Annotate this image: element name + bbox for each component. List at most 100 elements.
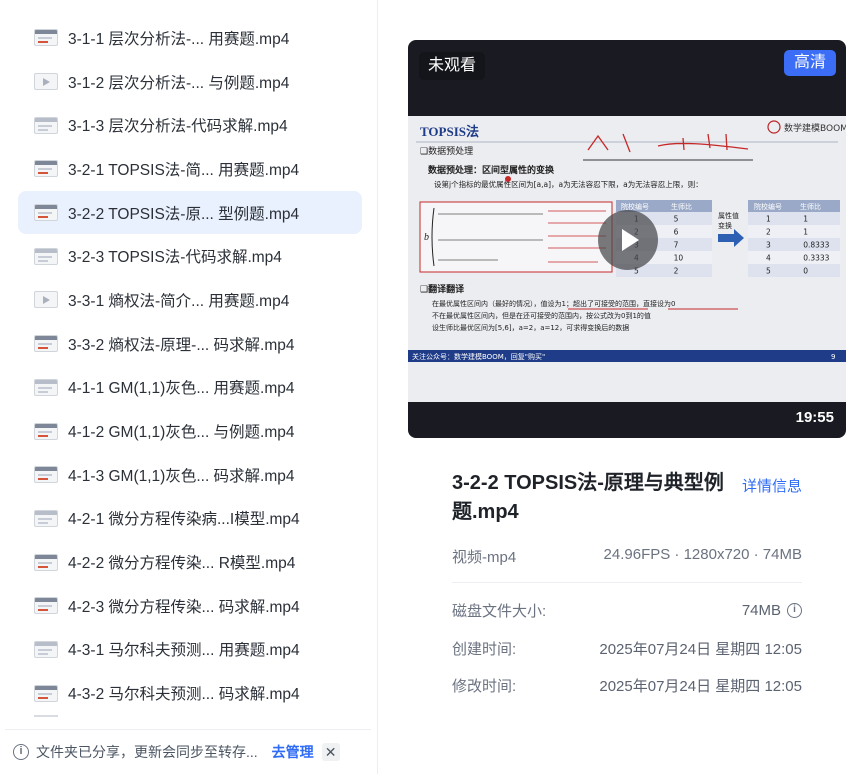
slide-table-cell: 0.8333 bbox=[803, 241, 829, 250]
video-thumbnail-icon bbox=[34, 466, 58, 484]
slide-table-cell: 3 bbox=[766, 241, 771, 250]
table1-header-2: 生师比 bbox=[671, 202, 692, 211]
video-thumbnail-icon bbox=[34, 597, 58, 615]
share-notice-bar: i 文件夹已分享，更新会同步至转存... 去管理 ✕ bbox=[5, 729, 371, 774]
slide-table-cell: 5 bbox=[674, 215, 679, 224]
file-name: 3-2-2 TOPSIS法-原... 型例题.mp4 bbox=[68, 205, 300, 223]
video-thumbnail-icon bbox=[34, 73, 58, 91]
svg-text:b: b bbox=[424, 232, 429, 243]
detail-info-link[interactable]: 详情信息 bbox=[742, 475, 802, 496]
file-name: 3-1-2 层次分析法-... 与例题.mp4 bbox=[68, 74, 290, 92]
file-list-item[interactable]: 4-2-3 微分方程传染... 码求解.mp4 bbox=[18, 584, 362, 628]
file-list-item[interactable]: 4-1-1 GM(1,1)灰色... 用赛题.mp4 bbox=[18, 366, 362, 410]
video-thumbnail-icon bbox=[34, 553, 58, 571]
video-duration: 19:55 bbox=[795, 409, 834, 426]
slide-table-cell: 1 bbox=[766, 215, 771, 224]
slide-note-2: 不在最优属性区间内，但是在还可接受的范围内，按公式改为0到1的值 bbox=[432, 311, 651, 320]
slide-table-cell: 2 bbox=[674, 267, 679, 276]
slide-desc1: 设第j个指标的最优属性区间为[a,a]，a为无法容忍下限，a为无法容忍上限，则： bbox=[434, 179, 703, 189]
video-thumbnail-icon bbox=[34, 422, 58, 440]
app-root: 3-1-1 层次分析法-... 用赛题.mp4 3-1-2 层次分析法-... 与… bbox=[0, 0, 867, 774]
slide-table-cell: 1 bbox=[803, 215, 808, 224]
video-thumbnail-icon bbox=[34, 160, 58, 178]
created-label: 创建时间: bbox=[452, 641, 517, 658]
file-name: 4-2-1 微分方程传染病...I模型.mp4 bbox=[68, 511, 300, 529]
slide-page-number: 9 bbox=[831, 353, 835, 361]
file-list-item[interactable]: 4-1-2 GM(1,1)灰色... 与例题.mp4 bbox=[18, 409, 362, 453]
file-name: 3-1-1 层次分析法-... 用赛题.mp4 bbox=[68, 30, 290, 48]
file-list-item[interactable]: 3-1-1 层次分析法-... 用赛题.mp4 bbox=[18, 16, 362, 60]
file-name: 3-3-1 熵权法-简介... 用赛题.mp4 bbox=[68, 292, 290, 310]
file-name: 4-1-3 GM(1,1)灰色... 码求解.mp4 bbox=[68, 467, 295, 485]
file-list-item[interactable]: 4-2-2 微分方程传染... R模型.mp4 bbox=[18, 540, 362, 584]
file-list-item[interactable]: 3-1-3 层次分析法-代码求解.mp4 bbox=[18, 103, 362, 147]
file-list-item[interactable]: 3-1-2 层次分析法-... 与例题.mp4 bbox=[18, 60, 362, 104]
divider bbox=[452, 582, 802, 583]
video-preview[interactable]: 未观看 高清 TOPSIS法 数学建模BOOM ❑数据预处理 数据预处理：区间型… bbox=[408, 40, 846, 438]
slide-table-cell: 5 bbox=[766, 267, 771, 276]
slide-note-1: 在最优属性区间内（最好的情况），值设为1；超出了可接受的范围，直接设为0 bbox=[432, 299, 675, 308]
file-list-item[interactable]: 3-2-1 TOPSIS法-简... 用赛题.mp4 bbox=[18, 147, 362, 191]
file-name: 4-3-2 马尔科夫预测... 码求解.mp4 bbox=[68, 686, 300, 704]
video-thumbnail-icon bbox=[34, 247, 58, 265]
file-type: 视频-mp4 bbox=[452, 549, 517, 566]
size-row: 磁盘文件大小: 74MB i bbox=[452, 600, 802, 621]
table2-header-2: 生师比 bbox=[800, 202, 821, 211]
slide-table-cell: 1 bbox=[803, 228, 808, 237]
slide-brand: 数学建模BOOM bbox=[784, 122, 846, 134]
close-icon[interactable]: ✕ bbox=[321, 743, 340, 761]
unwatched-badge: 未观看 bbox=[419, 52, 486, 80]
svg-text:变换: 变换 bbox=[718, 221, 732, 230]
file-name: 3-2-3 TOPSIS法-代码求解.mp4 bbox=[68, 249, 282, 267]
slide-section2: ❑翻译翻译 bbox=[420, 283, 465, 295]
slide-bullet1: 数据预处理：区间型属性的变换 bbox=[428, 164, 555, 176]
file-list-item[interactable]: 4-3-1 马尔科夫预测... 用赛题.mp4 bbox=[18, 628, 362, 672]
slide-table-cell: 10 bbox=[674, 254, 684, 263]
size-value-group: 74MB i bbox=[742, 600, 802, 621]
size-value: 74MB bbox=[741, 602, 781, 619]
file-list-panel[interactable]: 3-1-1 层次分析法-... 用赛题.mp4 3-1-2 层次分析法-... 与… bbox=[0, 0, 378, 774]
file-name: 4-1-1 GM(1,1)灰色... 用赛题.mp4 bbox=[68, 380, 295, 398]
file-name: 3-2-1 TOPSIS法-简... 用赛题.mp4 bbox=[68, 161, 300, 179]
svg-text:属性值: 属性值 bbox=[718, 211, 739, 220]
notice-text: 文件夹已分享，更新会同步至转存... bbox=[36, 744, 258, 760]
size-label: 磁盘文件大小: bbox=[452, 603, 547, 620]
slide-table-cell: 0.3333 bbox=[803, 254, 829, 263]
modified-value: 2025年07月24日 星期四 12:05 bbox=[599, 678, 802, 695]
info-icon: i bbox=[13, 744, 29, 760]
file-list-item[interactable]: 4-3-2 马尔科夫预测... 码求解.mp4 bbox=[18, 671, 362, 715]
table2-header-1: 院校编号 bbox=[754, 202, 782, 211]
modified-label: 修改时间: bbox=[452, 678, 517, 695]
file-meta: 视频-mp4 24.96FPS · 1280x720 · 74MB bbox=[452, 546, 802, 568]
video-thumbnail-icon bbox=[34, 29, 58, 47]
file-list-item[interactable]: 3-2-3 TOPSIS法-代码求解.mp4 bbox=[18, 234, 362, 278]
modified-row: 修改时间: 2025年07月24日 星期四 12:05 bbox=[452, 675, 802, 696]
file-list-item[interactable]: 4-2-1 微分方程传染病...I模型.mp4 bbox=[18, 497, 362, 541]
video-thumbnail-icon bbox=[34, 291, 58, 309]
file-list: 3-1-1 层次分析法-... 用赛题.mp4 3-1-2 层次分析法-... 与… bbox=[18, 16, 362, 731]
file-list-item[interactable]: 4-1-3 GM(1,1)灰色... 码求解.mp4 bbox=[18, 453, 362, 497]
file-specs: 24.96FPS · 1280x720 · 74MB bbox=[603, 546, 802, 563]
file-name: 4-3-1 马尔科夫预测... 用赛题.mp4 bbox=[68, 642, 300, 660]
file-list-item[interactable]: 3-2-2 TOPSIS法-原... 型例题.mp4 bbox=[18, 190, 362, 235]
video-thumbnail-icon bbox=[34, 116, 58, 134]
created-value: 2025年07月24日 星期四 12:05 bbox=[599, 641, 802, 658]
file-name: 4-2-3 微分方程传染... 码求解.mp4 bbox=[68, 598, 300, 616]
slide-table-cell: 4 bbox=[766, 254, 771, 263]
file-name: 4-2-2 微分方程传染... R模型.mp4 bbox=[68, 555, 296, 573]
slide-section1: ❑数据预处理 bbox=[420, 145, 473, 157]
video-thumbnail-icon bbox=[34, 204, 58, 222]
file-title: 3-2-2 TOPSIS法-原理与典型例题.mp4 bbox=[452, 472, 724, 523]
manage-link[interactable]: 去管理 bbox=[272, 742, 314, 762]
file-list-item[interactable]: 3-3-1 熵权法-简介... 用赛题.mp4 bbox=[18, 278, 362, 322]
info-icon[interactable]: i bbox=[787, 603, 802, 618]
file-list-item[interactable]: 3-3-2 熵权法-原理-... 码求解.mp4 bbox=[18, 322, 362, 366]
play-button[interactable] bbox=[598, 210, 658, 270]
slide-footer: 关注公众号：数学建模BOOM，回复"购买" bbox=[412, 352, 545, 361]
slide-note-3: 设生师比最优区间为[5,6]，a=2，a=12，可求得变换后的数据 bbox=[432, 323, 629, 332]
video-thumbnail-icon bbox=[34, 378, 58, 396]
slide-table-cell: 2 bbox=[766, 228, 771, 237]
slide-table-cell: 0 bbox=[803, 267, 808, 276]
quality-button[interactable]: 高清 bbox=[783, 50, 836, 76]
video-thumbnail-icon bbox=[34, 335, 58, 353]
